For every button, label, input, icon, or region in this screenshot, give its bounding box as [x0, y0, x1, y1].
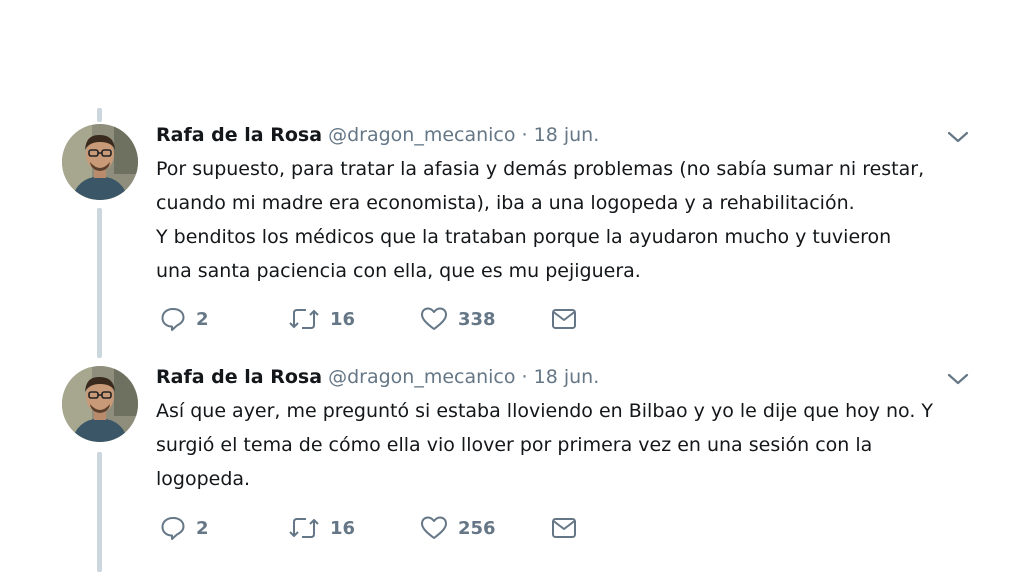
envelope-icon [550, 307, 578, 331]
heart-icon [420, 306, 448, 332]
tweet-header: Rafa de la Rosa @dragon_mecanico · 18 ju… [156, 364, 599, 390]
retweet-button[interactable]: 16 [288, 513, 355, 543]
retweet-count: 16 [330, 308, 356, 330]
reply-count: 2 [196, 308, 209, 330]
tweet-text-line: Y benditos los médicos que la trataban p… [156, 226, 892, 248]
envelope-icon [550, 516, 578, 540]
tweet-date[interactable]: 18 jun. [534, 366, 600, 388]
tweet-text-line: cuando mi madre era economista), iba a u… [156, 192, 855, 214]
like-button[interactable]: 256 [420, 513, 496, 543]
direct-message-button[interactable] [550, 513, 578, 543]
retweet-arrows-icon [288, 307, 320, 331]
tweet-text: Por supuesto, para tratar la afasia y de… [156, 152, 924, 288]
heart-icon [420, 515, 448, 541]
author-name[interactable]: Rafa de la Rosa [156, 366, 322, 388]
tweet-text-line: logopeda. [156, 468, 251, 490]
avatar[interactable] [62, 124, 138, 200]
reply-button[interactable]: 2 [160, 513, 209, 543]
retweet-button[interactable]: 16 [288, 304, 355, 334]
tweet-text-line: una santa paciencia con ella, que es mu … [156, 260, 641, 282]
tweet-date[interactable]: 18 jun. [534, 124, 600, 146]
author-handle[interactable]: @dragon_mecanico [328, 366, 515, 388]
tweet-actions: 2 16 338 [156, 304, 596, 334]
tweet[interactable]: Rafa de la Rosa @dragon_mecanico · 18 ju… [0, 122, 1024, 342]
thread-line-top [97, 108, 102, 122]
speech-bubble-icon [160, 306, 186, 332]
tweet-text-line: surgió el tema de cómo ella vio llover p… [156, 434, 873, 456]
separator: · [521, 124, 528, 146]
like-count: 338 [458, 308, 496, 330]
separator: · [521, 366, 528, 388]
avatar[interactable] [62, 366, 138, 442]
speech-bubble-icon [160, 515, 186, 541]
reply-button[interactable]: 2 [160, 304, 209, 334]
author-handle[interactable]: @dragon_mecanico [328, 124, 515, 146]
tweet[interactable]: Rafa de la Rosa @dragon_mecanico · 18 ju… [0, 364, 1024, 564]
tweet-text: Así que ayer, me preguntó si estaba llov… [156, 394, 933, 496]
chevron-down-icon[interactable] [946, 370, 970, 388]
like-button[interactable]: 338 [420, 304, 496, 334]
author-name[interactable]: Rafa de la Rosa [156, 124, 322, 146]
like-count: 256 [458, 517, 496, 539]
retweet-count: 16 [330, 517, 356, 539]
direct-message-button[interactable] [550, 304, 578, 334]
tweet-header: Rafa de la Rosa @dragon_mecanico · 18 ju… [156, 122, 599, 148]
chevron-down-icon[interactable] [946, 128, 970, 146]
reply-count: 2 [196, 517, 209, 539]
tweet-actions: 2 16 256 [156, 513, 596, 543]
tweet-text-line: Así que ayer, me preguntó si estaba llov… [156, 400, 934, 422]
retweet-arrows-icon [288, 516, 320, 540]
tweet-text-line: Por supuesto, para tratar la afasia y de… [156, 158, 925, 180]
